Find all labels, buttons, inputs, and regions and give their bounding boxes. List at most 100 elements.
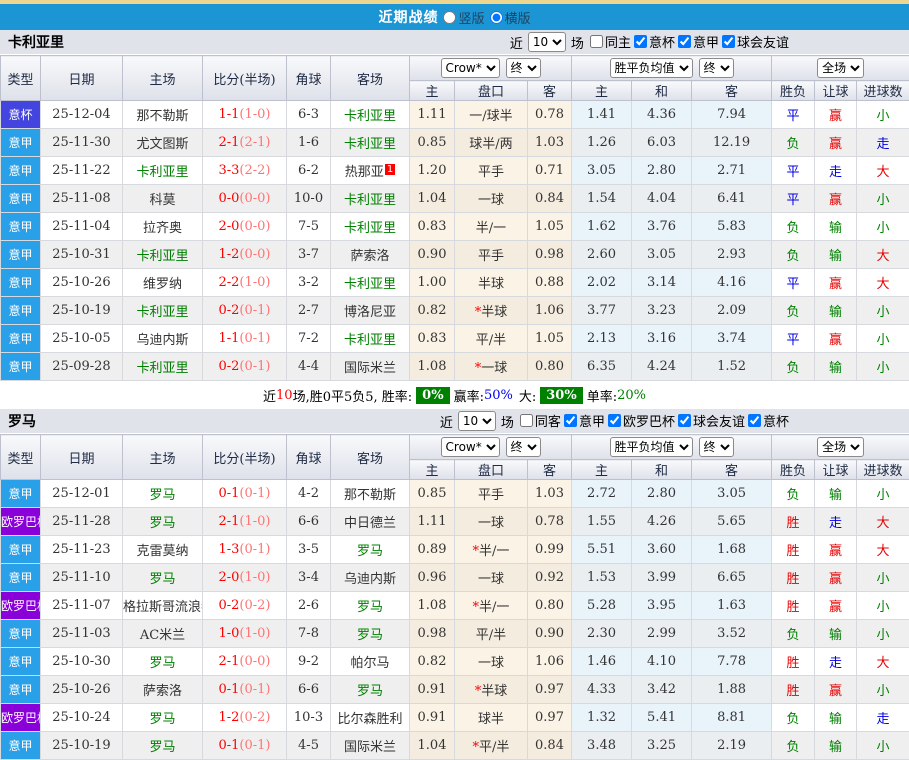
away-team-name[interactable]: 卡利亚里	[344, 137, 396, 152]
home-team-name[interactable]: 维罗纳	[143, 277, 182, 292]
away-team-name[interactable]: 卡利亚里	[344, 193, 396, 208]
home-team-name[interactable]: 拉齐奥	[143, 221, 182, 236]
away-team-name[interactable]: 罗马	[357, 600, 383, 615]
filter-option[interactable]: 球会友谊	[722, 32, 789, 51]
filter-checkbox[interactable]	[678, 35, 691, 48]
home-team-name[interactable]: 卡利亚里	[136, 165, 188, 180]
match-scope-select[interactable]: 全场	[817, 437, 864, 457]
away-team-name[interactable]: 卡利亚里	[344, 221, 396, 236]
filter-option[interactable]: 欧罗巴杯	[608, 411, 675, 430]
filter-option[interactable]: 意杯	[634, 32, 675, 51]
home-team-name[interactable]: 卡利亚里	[136, 305, 188, 320]
recent-results-page: 近期战绩 竖版 横版 卡利亚里 近 10 场 同主意杯意甲球会友谊 类型	[0, 0, 909, 760]
home-team-name[interactable]: 罗马	[149, 656, 175, 671]
date-cell: 25-11-04	[41, 213, 123, 241]
home-team-name[interactable]: 那不勒斯	[136, 109, 188, 124]
halftime-score: (0-0)	[239, 654, 270, 669]
filter-option[interactable]: 意甲	[564, 411, 605, 430]
fulltime-score: 1-1	[218, 107, 239, 122]
match-scope-select[interactable]: 全场	[817, 58, 864, 78]
home-team-name[interactable]: 罗马	[149, 740, 175, 755]
mean-odds-header: 胜平负均值 终	[572, 435, 772, 460]
filter-checkbox[interactable]	[748, 414, 761, 427]
filter-checkbox[interactable]	[678, 414, 691, 427]
odds-stage-select[interactable]: 终	[506, 58, 541, 78]
home-team-cell: 乌迪内斯	[123, 325, 203, 353]
away-team-name[interactable]: 国际米兰	[344, 740, 396, 755]
home-team-name[interactable]: 卡利亚里	[136, 361, 188, 376]
home-team-name[interactable]: 科莫	[149, 193, 175, 208]
home-team-name[interactable]: AC米兰	[140, 628, 185, 643]
col-handicap-result: 让球	[815, 81, 857, 101]
filter-checkbox[interactable]	[520, 414, 533, 427]
match-count-select[interactable]: 10	[528, 32, 566, 52]
away-team-name[interactable]: 博洛尼亚	[344, 305, 396, 320]
home-team-name[interactable]: 乌迪内斯	[136, 333, 188, 348]
away-team-cell: 中日德兰	[331, 508, 410, 536]
home-team-name[interactable]: 克雷莫纳	[136, 544, 188, 559]
away-team-name[interactable]: 罗马	[357, 544, 383, 559]
filter-label: 球会友谊	[737, 32, 789, 51]
horizontal-radio-input[interactable]	[490, 11, 503, 24]
home-team-name[interactable]: 罗马	[149, 488, 175, 503]
corner-cell: 7-2	[287, 325, 331, 353]
filter-checkbox[interactable]	[634, 35, 647, 48]
away-team-name[interactable]: 卡利亚里	[344, 333, 396, 348]
away-team-name[interactable]: 罗马	[357, 684, 383, 699]
away-team-name[interactable]: 帕尔马	[350, 656, 389, 671]
corner-cell: 9-2	[287, 648, 331, 676]
filter-checkbox[interactable]	[608, 414, 621, 427]
home-team-name[interactable]: 尤文图斯	[136, 137, 188, 152]
vertical-radio-input[interactable]	[443, 11, 456, 24]
bookmaker-select[interactable]: Crow*	[441, 437, 500, 457]
filter-option[interactable]: 球会友谊	[678, 411, 745, 430]
away-team-name[interactable]: 那不勒斯	[344, 488, 396, 503]
home-odds-cell: 0.83	[410, 325, 455, 353]
handicap-result-cell: 赢	[815, 592, 857, 620]
home-team-name[interactable]: 卡利亚里	[136, 249, 188, 264]
away-team-name[interactable]: 乌迪内斯	[344, 572, 396, 587]
filter-checkbox[interactable]	[564, 414, 577, 427]
home-team-cell: 卡利亚里	[123, 297, 203, 325]
filter-option[interactable]: 同客	[520, 411, 561, 430]
corner-cell: 4-5	[287, 732, 331, 760]
home-team-name[interactable]: 格拉斯哥流浪者	[123, 600, 203, 615]
col-corner: 角球	[287, 435, 331, 480]
col-odds-line: 盘口	[455, 81, 528, 101]
away-team-name[interactable]: 比尔森胜利	[337, 712, 402, 727]
home-team-name[interactable]: 罗马	[149, 712, 175, 727]
mean-stage-select[interactable]: 终	[699, 437, 734, 457]
score-cell: 0-2(0-1)	[203, 353, 287, 381]
match-count-select[interactable]: 10	[458, 411, 496, 431]
away-team-name[interactable]: 热那亚	[345, 165, 384, 180]
away-team-name[interactable]: 卡利亚里	[344, 109, 396, 124]
mean-stage-select[interactable]: 终	[699, 58, 734, 78]
odds-stage-select[interactable]: 终	[506, 437, 541, 457]
mean-type-select[interactable]: 胜平负均值	[610, 58, 693, 78]
halftime-score: (0-1)	[239, 359, 270, 374]
filter-checkbox[interactable]	[722, 35, 735, 48]
mean-type-select[interactable]: 胜平负均值	[610, 437, 693, 457]
bookmaker-select[interactable]: Crow*	[441, 58, 500, 78]
filter-option[interactable]: 意甲	[678, 32, 719, 51]
goals-result-cell: 大	[857, 648, 909, 676]
result-cell: 平	[772, 325, 815, 353]
filter-option[interactable]: 同主	[590, 32, 631, 51]
page-title: 近期战绩	[378, 7, 438, 27]
home-team-name[interactable]: 罗马	[149, 572, 175, 587]
corner-cell: 6-6	[287, 508, 331, 536]
away-team-name[interactable]: 萨索洛	[350, 249, 389, 264]
filter-checkbox[interactable]	[590, 35, 603, 48]
home-team-name[interactable]: 罗马	[149, 516, 175, 531]
mean-away-odds-cell: 3.74	[692, 325, 772, 353]
handicap-line-cell: 一/球半	[455, 101, 528, 129]
away-team-name[interactable]: 罗马	[357, 628, 383, 643]
layout-radio-vertical[interactable]: 竖版	[443, 8, 484, 27]
layout-radio-horizontal[interactable]: 横版	[490, 8, 531, 27]
score-cell: 0-1(0-1)	[203, 732, 287, 760]
away-team-name[interactable]: 国际米兰	[344, 361, 396, 376]
home-team-name[interactable]: 萨索洛	[143, 684, 182, 699]
away-team-name[interactable]: 中日德兰	[344, 516, 396, 531]
away-team-name[interactable]: 卡利亚里	[344, 277, 396, 292]
filter-option[interactable]: 意杯	[748, 411, 789, 430]
